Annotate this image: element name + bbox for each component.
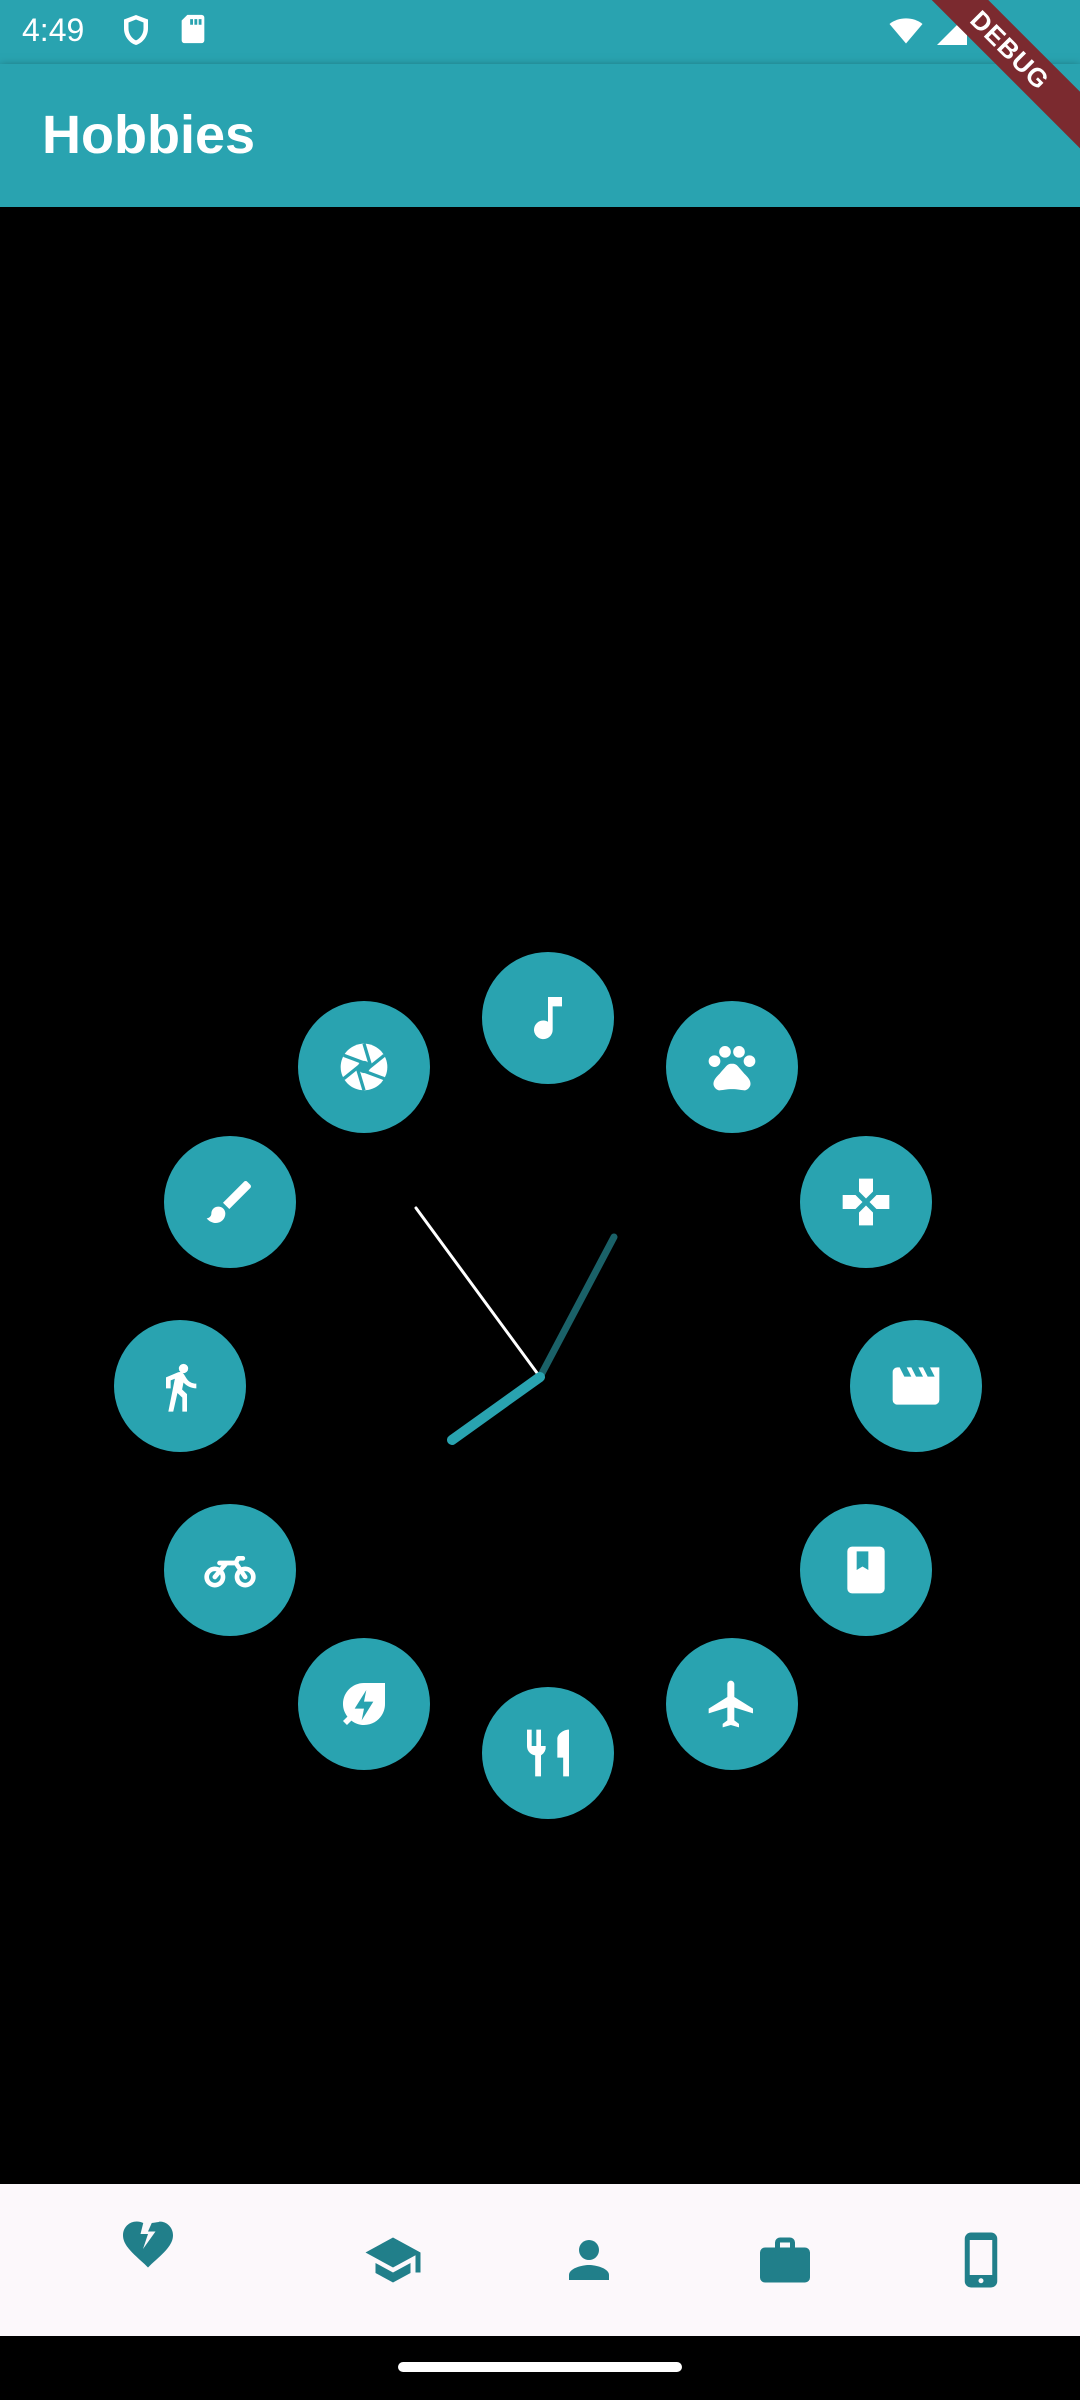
paw-icon (708, 1046, 756, 1091)
gesture-bar[interactable] (398, 2362, 682, 2372)
broken-heart-icon (123, 2221, 173, 2268)
airplane-icon (708, 1680, 753, 1728)
book-icon (847, 1546, 885, 1594)
hobby-eco-button[interactable] (298, 1638, 430, 1770)
person-icon (569, 2240, 609, 2280)
hobby-gaming-button[interactable] (800, 1136, 932, 1268)
hobby-travel-button[interactable] (666, 1638, 798, 1770)
eco-leaf-icon (343, 1683, 385, 1725)
paint-brush-icon (206, 1181, 251, 1223)
nav-item-contact[interactable] (941, 2220, 1021, 2300)
camera-shutter-icon (340, 1043, 388, 1091)
hobby-movies-button[interactable] (850, 1320, 982, 1452)
hobby-reading-button[interactable] (800, 1504, 932, 1636)
phone-icon (964, 2232, 998, 2288)
clock-minute-hand (536, 1233, 618, 1381)
bottom-navigation (0, 2184, 1080, 2336)
gamepad-icon (842, 1178, 890, 1226)
school-icon (365, 2237, 421, 2283)
nav-item-hobbies[interactable] (108, 2204, 188, 2284)
music-note-icon (534, 997, 562, 1040)
clock-second-hand (414, 1206, 542, 1379)
hobby-biking-button[interactable] (164, 1504, 296, 1636)
running-icon (166, 1363, 197, 1412)
clock-hour-hand (447, 1372, 545, 1445)
hobby-pets-button[interactable] (666, 1001, 798, 1133)
nav-item-profile[interactable] (549, 2220, 629, 2300)
hobby-music-button[interactable] (482, 952, 614, 1084)
hobby-running-button[interactable] (114, 1320, 246, 1452)
nav-item-education[interactable] (353, 2220, 433, 2300)
briefcase-icon (760, 2237, 810, 2283)
restaurant-icon (526, 1729, 569, 1777)
hobby-photography-button[interactable] (298, 1001, 430, 1133)
motorcycle-icon (204, 1556, 256, 1588)
hobby-food-button[interactable] (482, 1687, 614, 1819)
hobby-painting-button[interactable] (164, 1136, 296, 1268)
nav-item-work[interactable] (745, 2220, 825, 2300)
movie-clapper-icon (892, 1367, 940, 1405)
